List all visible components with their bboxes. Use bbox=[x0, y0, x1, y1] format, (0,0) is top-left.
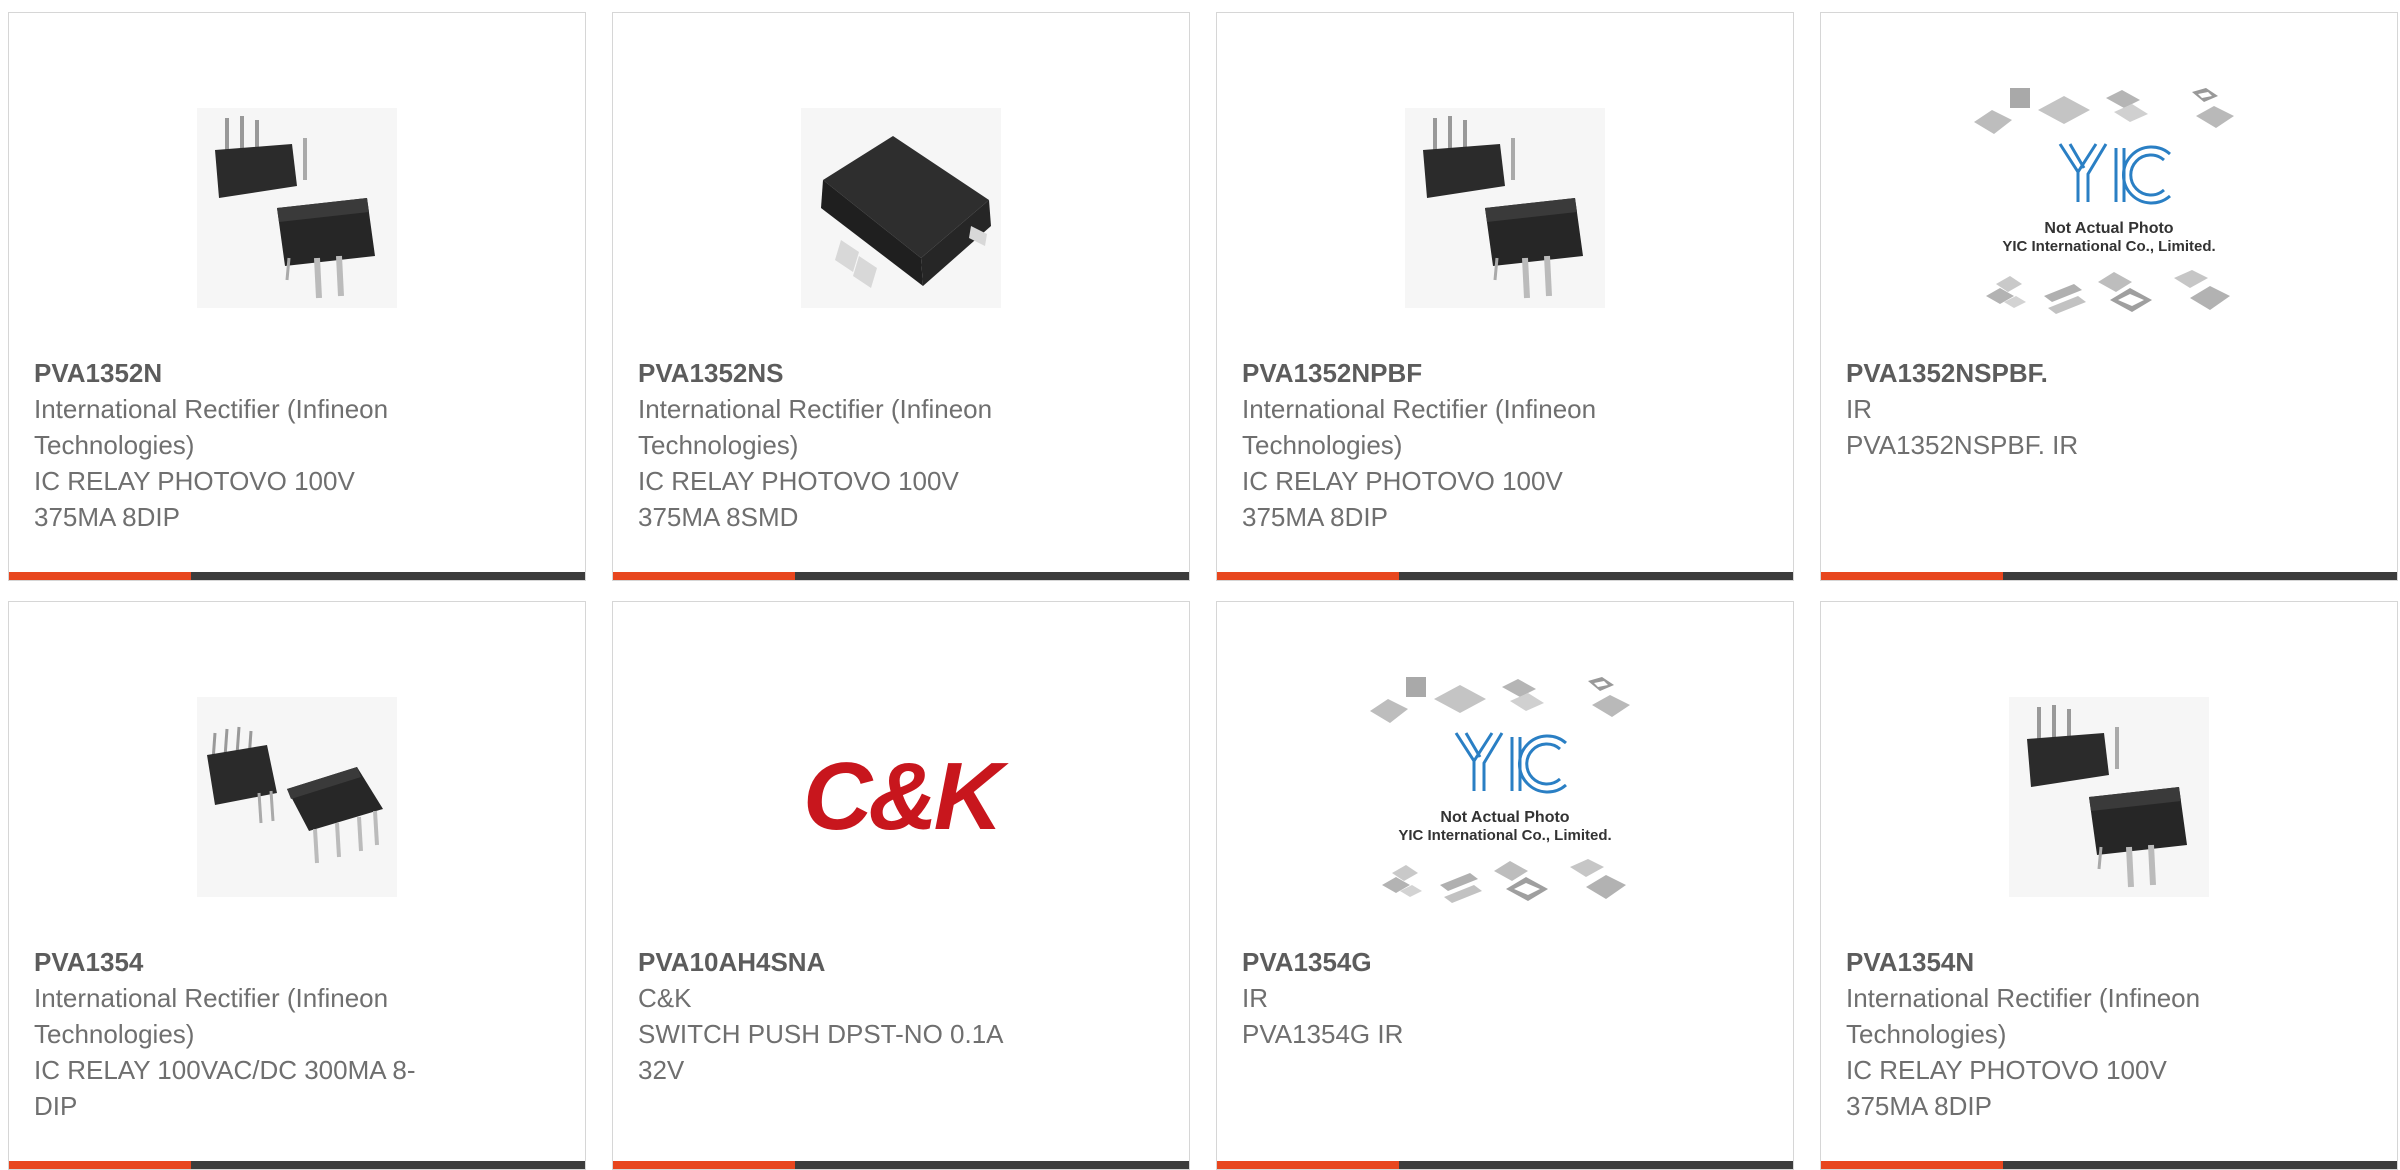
manufacturer: International Rectifier (Infineon Techno… bbox=[34, 394, 389, 460]
card-footer-bar bbox=[9, 572, 585, 580]
ck-logo[interactable]: C&K bbox=[613, 662, 1189, 932]
part-number[interactable]: PVA1352NPBF bbox=[1242, 355, 1643, 391]
manufacturer: C&K bbox=[638, 983, 692, 1013]
product-info: PVA1352N International Rectifier (Infine… bbox=[34, 355, 435, 535]
product-info: PVA10AH4SNA C&K SWITCH PUSH DPST-NO 0.1A… bbox=[638, 944, 1039, 1088]
placeholder-caption-1: Not Actual Photo bbox=[2044, 220, 2173, 237]
product-card[interactable]: PVA1352N International Rectifier (Infine… bbox=[8, 12, 586, 581]
description: PVA1354G IR bbox=[1242, 1019, 1404, 1049]
card-accent-bar bbox=[9, 572, 191, 580]
card-accent-bar bbox=[1821, 1161, 2003, 1169]
card-accent-bar bbox=[613, 1161, 795, 1169]
card-accent-bar bbox=[613, 572, 795, 580]
placeholder-caption-1: Not Actual Photo bbox=[1440, 809, 1569, 826]
dip-relay-photo[interactable] bbox=[1217, 73, 1793, 343]
product-card[interactable]: Not Actual Photo YIC International Co., … bbox=[1820, 12, 2398, 581]
manufacturer: International Rectifier (Infineon Techno… bbox=[1242, 394, 1597, 460]
part-number[interactable]: PVA1352NS bbox=[638, 355, 1039, 391]
part-number[interactable]: PVA1354N bbox=[1846, 944, 2247, 980]
product-card[interactable]: Not Actual Photo YIC International Co., … bbox=[1216, 601, 1794, 1170]
card-accent-bar bbox=[1217, 1161, 1399, 1169]
product-grid: PVA1352N International Rectifier (Infine… bbox=[8, 12, 2400, 1170]
product-card[interactable]: PVA1352NS International Rectifier (Infin… bbox=[612, 12, 1190, 581]
product-card[interactable]: PVA1354N International Rectifier (Infine… bbox=[1820, 601, 2398, 1170]
dip-relay-photo[interactable] bbox=[1821, 662, 2397, 932]
part-number[interactable]: PVA10AH4SNA bbox=[638, 944, 1039, 980]
description: PVA1352NSPBF. IR bbox=[1846, 430, 2079, 460]
manufacturer: International Rectifier (Infineon Techno… bbox=[34, 983, 389, 1049]
product-info: PVA1354 International Rectifier (Infineo… bbox=[34, 944, 435, 1124]
manufacturer: IR bbox=[1242, 983, 1268, 1013]
description: IC RELAY PHOTOVO 100V 375MA 8SMD bbox=[638, 466, 959, 532]
part-number[interactable]: PVA1354G bbox=[1242, 944, 1643, 980]
card-accent-bar bbox=[1217, 572, 1399, 580]
product-info: PVA1352NS International Rectifier (Infin… bbox=[638, 355, 1039, 535]
card-footer-bar bbox=[1821, 1161, 2397, 1169]
manufacturer: IR bbox=[1846, 394, 1872, 424]
product-info: PVA1354G IR PVA1354G IR bbox=[1242, 944, 1643, 1052]
ck-logo-text: C&K bbox=[803, 743, 1010, 850]
card-footer-bar bbox=[613, 1161, 1189, 1169]
product-card[interactable]: PVA1354 International Rectifier (Infineo… bbox=[8, 601, 586, 1170]
part-number[interactable]: PVA1352NSPBF. bbox=[1846, 355, 2247, 391]
manufacturer: International Rectifier (Infineon Techno… bbox=[638, 394, 993, 460]
description: SWITCH PUSH DPST-NO 0.1A 32V bbox=[638, 1019, 1003, 1085]
dip-relay-photo[interactable] bbox=[9, 73, 585, 343]
card-footer-bar bbox=[1217, 1161, 1793, 1169]
card-accent-bar bbox=[9, 1161, 191, 1169]
placeholder-caption-2: YIC International Co., Limited. bbox=[2002, 238, 2215, 255]
product-info: PVA1354N International Rectifier (Infine… bbox=[1846, 944, 2247, 1124]
description: IC RELAY PHOTOVO 100V 375MA 8DIP bbox=[34, 466, 355, 532]
card-accent-bar bbox=[1821, 572, 2003, 580]
card-footer-bar bbox=[1217, 572, 1793, 580]
product-card[interactable]: PVA1352NPBF International Rectifier (Inf… bbox=[1216, 12, 1794, 581]
card-footer-bar bbox=[9, 1161, 585, 1169]
description: IC RELAY PHOTOVO 100V 375MA 8DIP bbox=[1846, 1055, 2167, 1121]
product-info: PVA1352NSPBF. IR PVA1352NSPBF. IR bbox=[1846, 355, 2247, 463]
placeholder-caption-2: YIC International Co., Limited. bbox=[1398, 827, 1611, 844]
part-number[interactable]: PVA1354 bbox=[34, 944, 435, 980]
description: IC RELAY PHOTOVO 100V 375MA 8DIP bbox=[1242, 466, 1563, 532]
smd-relay-photo[interactable] bbox=[613, 73, 1189, 343]
card-footer-bar bbox=[613, 572, 1189, 580]
manufacturer: International Rectifier (Infineon Techno… bbox=[1846, 983, 2201, 1049]
product-info: PVA1352NPBF International Rectifier (Inf… bbox=[1242, 355, 1643, 535]
part-number[interactable]: PVA1352N bbox=[34, 355, 435, 391]
yic-placeholder-image[interactable]: Not Actual Photo YIC International Co., … bbox=[1821, 73, 2397, 343]
description: IC RELAY 100VAC/DC 300MA 8-DIP bbox=[34, 1055, 416, 1121]
dip8-photo[interactable] bbox=[9, 662, 585, 932]
card-footer-bar bbox=[1821, 572, 2397, 580]
yic-placeholder-image[interactable]: Not Actual Photo YIC International Co., … bbox=[1217, 662, 1793, 932]
product-card[interactable]: C&K PVA10AH4SNA C&K SWITCH PUSH DPST-NO … bbox=[612, 601, 1190, 1170]
